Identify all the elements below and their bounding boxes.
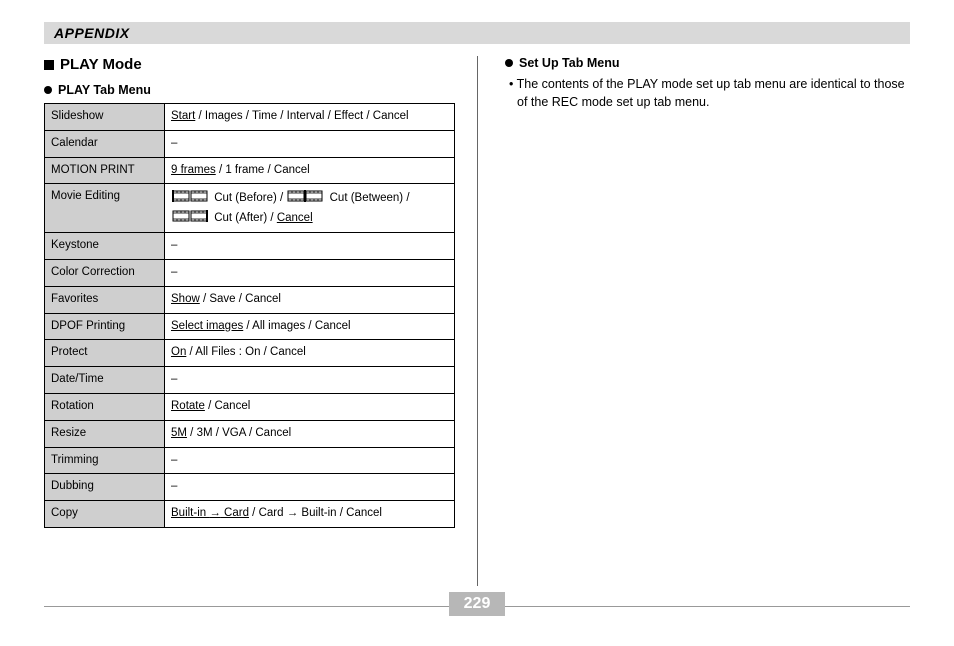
menu-item-label: Date/Time	[45, 367, 165, 394]
option-text: / Save / Cancel	[200, 293, 281, 305]
option-text: Cut (After) /	[211, 212, 277, 224]
column-divider	[477, 56, 478, 586]
film-strip-icon	[171, 188, 211, 204]
left-subsection-text: PLAY Tab Menu	[58, 83, 151, 97]
section-title-text: PLAY Mode	[60, 56, 142, 73]
setup-body-content: The contents of the PLAY mode set up tab…	[517, 77, 905, 109]
menu-item-options: Select images / All images / Cancel	[165, 313, 455, 340]
option-text: / All Files : On / Cancel	[186, 346, 306, 358]
option-text: / Card	[249, 507, 287, 519]
menu-item-options: –	[165, 447, 455, 474]
left-column: PLAY Mode PLAY Tab Menu SlideshowStart /…	[44, 56, 477, 528]
option-text: Cancel	[277, 212, 313, 224]
menu-item-label: Calendar	[45, 130, 165, 157]
film-strip-icon	[171, 208, 211, 224]
option-text: –	[171, 266, 177, 278]
table-row: Date/Time–	[45, 367, 455, 394]
option-text: / 1 frame / Cancel	[216, 164, 310, 176]
menu-item-options: 9 frames / 1 frame / Cancel	[165, 157, 455, 184]
menu-item-label: Color Correction	[45, 259, 165, 286]
play-tab-menu-table: SlideshowStart / Images / Time / Interva…	[44, 103, 455, 528]
option-text: –	[171, 239, 177, 251]
table-row: Calendar–	[45, 130, 455, 157]
arrow-icon: →	[209, 507, 221, 519]
menu-item-options: Cut (Before) / Cut (Between) /	[165, 184, 455, 233]
section-title: PLAY Mode	[44, 56, 455, 73]
option-text: –	[171, 454, 177, 466]
option-text: / Cancel	[205, 400, 250, 412]
table-row: SlideshowStart / Images / Time / Interva…	[45, 104, 455, 131]
menu-item-label: Slideshow	[45, 104, 165, 131]
option-text: –	[171, 137, 177, 149]
table-row: RotationRotate / Cancel	[45, 393, 455, 420]
table-row: Dubbing–	[45, 474, 455, 501]
option-text: 5M	[171, 427, 187, 439]
table-row: Color Correction–	[45, 259, 455, 286]
menu-item-options: Built-in → Card / Card → Built-in / Canc…	[165, 501, 455, 528]
left-subsection-title: PLAY Tab Menu	[44, 83, 455, 97]
square-bullet-icon	[44, 60, 54, 70]
appendix-label: APPENDIX	[54, 25, 130, 41]
menu-item-options: On / All Files : On / Cancel	[165, 340, 455, 367]
table-row: FavoritesShow / Save / Cancel	[45, 286, 455, 313]
option-text: Start	[171, 110, 195, 122]
option-text: Cut (Before) /	[211, 192, 286, 204]
option-text: On	[171, 346, 186, 358]
option-text: / All images / Cancel	[243, 320, 350, 332]
option-text: 9 frames	[171, 164, 216, 176]
option-text: –	[171, 373, 177, 385]
round-bullet-icon	[505, 59, 513, 67]
arrow-icon: →	[287, 507, 299, 519]
menu-item-label: Favorites	[45, 286, 165, 313]
menu-item-options: –	[165, 367, 455, 394]
appendix-header-bar: APPENDIX	[44, 22, 910, 44]
menu-item-label: Dubbing	[45, 474, 165, 501]
menu-item-options: 5M / 3M / VGA / Cancel	[165, 420, 455, 447]
table-row: Movie Editing Cut (Before) /	[45, 184, 455, 233]
menu-item-options: Rotate / Cancel	[165, 393, 455, 420]
right-subsection-text: Set Up Tab Menu	[519, 56, 619, 70]
table-row: Keystone–	[45, 233, 455, 260]
option-text: Built-in / Cancel	[298, 507, 382, 519]
menu-item-label: Keystone	[45, 233, 165, 260]
option-text: Show	[171, 293, 200, 305]
menu-item-options: –	[165, 259, 455, 286]
option-text: Select images	[171, 320, 243, 332]
menu-item-label: Movie Editing	[45, 184, 165, 233]
menu-item-label: Resize	[45, 420, 165, 447]
setup-body-text: • The contents of the PLAY mode set up t…	[513, 76, 910, 111]
option-text: Rotate	[171, 400, 205, 412]
menu-item-options: –	[165, 233, 455, 260]
film-strip-icon	[286, 188, 326, 204]
page-footer: 229	[44, 598, 910, 632]
option-text: Cut (Between) /	[326, 192, 409, 204]
table-row: CopyBuilt-in → Card / Card → Built-in / …	[45, 501, 455, 528]
table-row: DPOF PrintingSelect images / All images …	[45, 313, 455, 340]
table-row: Trimming–	[45, 447, 455, 474]
option-text: / 3M / VGA / Cancel	[187, 427, 291, 439]
table-row: MOTION PRINT9 frames / 1 frame / Cancel	[45, 157, 455, 184]
option-text: Built-in	[171, 507, 209, 519]
page-number: 229	[464, 595, 491, 613]
right-subsection-title: Set Up Tab Menu	[505, 56, 910, 70]
menu-item-options: Show / Save / Cancel	[165, 286, 455, 313]
option-text: / Images / Time / Interval / Effect / Ca…	[195, 110, 408, 122]
table-row: ProtectOn / All Files : On / Cancel	[45, 340, 455, 367]
menu-item-options: –	[165, 130, 455, 157]
page-number-box: 229	[449, 592, 505, 616]
right-column: Set Up Tab Menu • The contents of the PL…	[477, 56, 910, 528]
option-text: –	[171, 480, 177, 492]
menu-item-label: Rotation	[45, 393, 165, 420]
menu-item-options: –	[165, 474, 455, 501]
table-row: Resize5M / 3M / VGA / Cancel	[45, 420, 455, 447]
option-text: Card	[221, 507, 249, 519]
menu-item-label: DPOF Printing	[45, 313, 165, 340]
menu-item-options: Start / Images / Time / Interval / Effec…	[165, 104, 455, 131]
menu-item-label: Copy	[45, 501, 165, 528]
menu-item-label: Protect	[45, 340, 165, 367]
menu-item-label: MOTION PRINT	[45, 157, 165, 184]
menu-item-label: Trimming	[45, 447, 165, 474]
round-bullet-icon	[44, 86, 52, 94]
